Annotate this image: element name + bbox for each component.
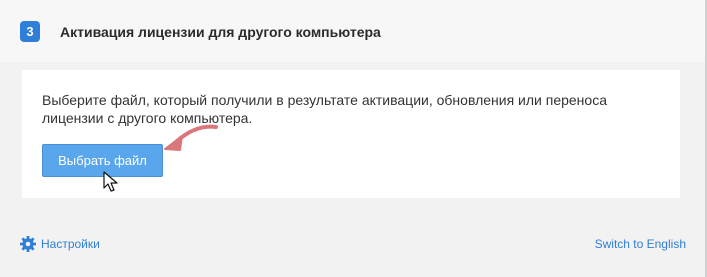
activation-window: 3 Активация лицензии для другого компьют… <box>0 0 707 277</box>
mouse-cursor-icon <box>103 171 118 192</box>
switch-language-link[interactable]: Switch to English <box>595 237 686 251</box>
step-header: 3 Активация лицензии для другого компьют… <box>0 0 707 62</box>
curved-arrow-icon <box>164 124 218 151</box>
instruction-text: Выберите файл, который получили в резуль… <box>42 92 607 126</box>
step-title: Активация лицензии для другого компьютер… <box>60 24 381 40</box>
step-number-badge: 3 <box>20 21 40 42</box>
file-select-card: Выберите файл, который получили в резуль… <box>22 70 680 198</box>
settings-link[interactable]: Настройки <box>20 236 100 252</box>
gear-icon <box>20 236 36 252</box>
settings-label: Настройки <box>41 237 100 251</box>
